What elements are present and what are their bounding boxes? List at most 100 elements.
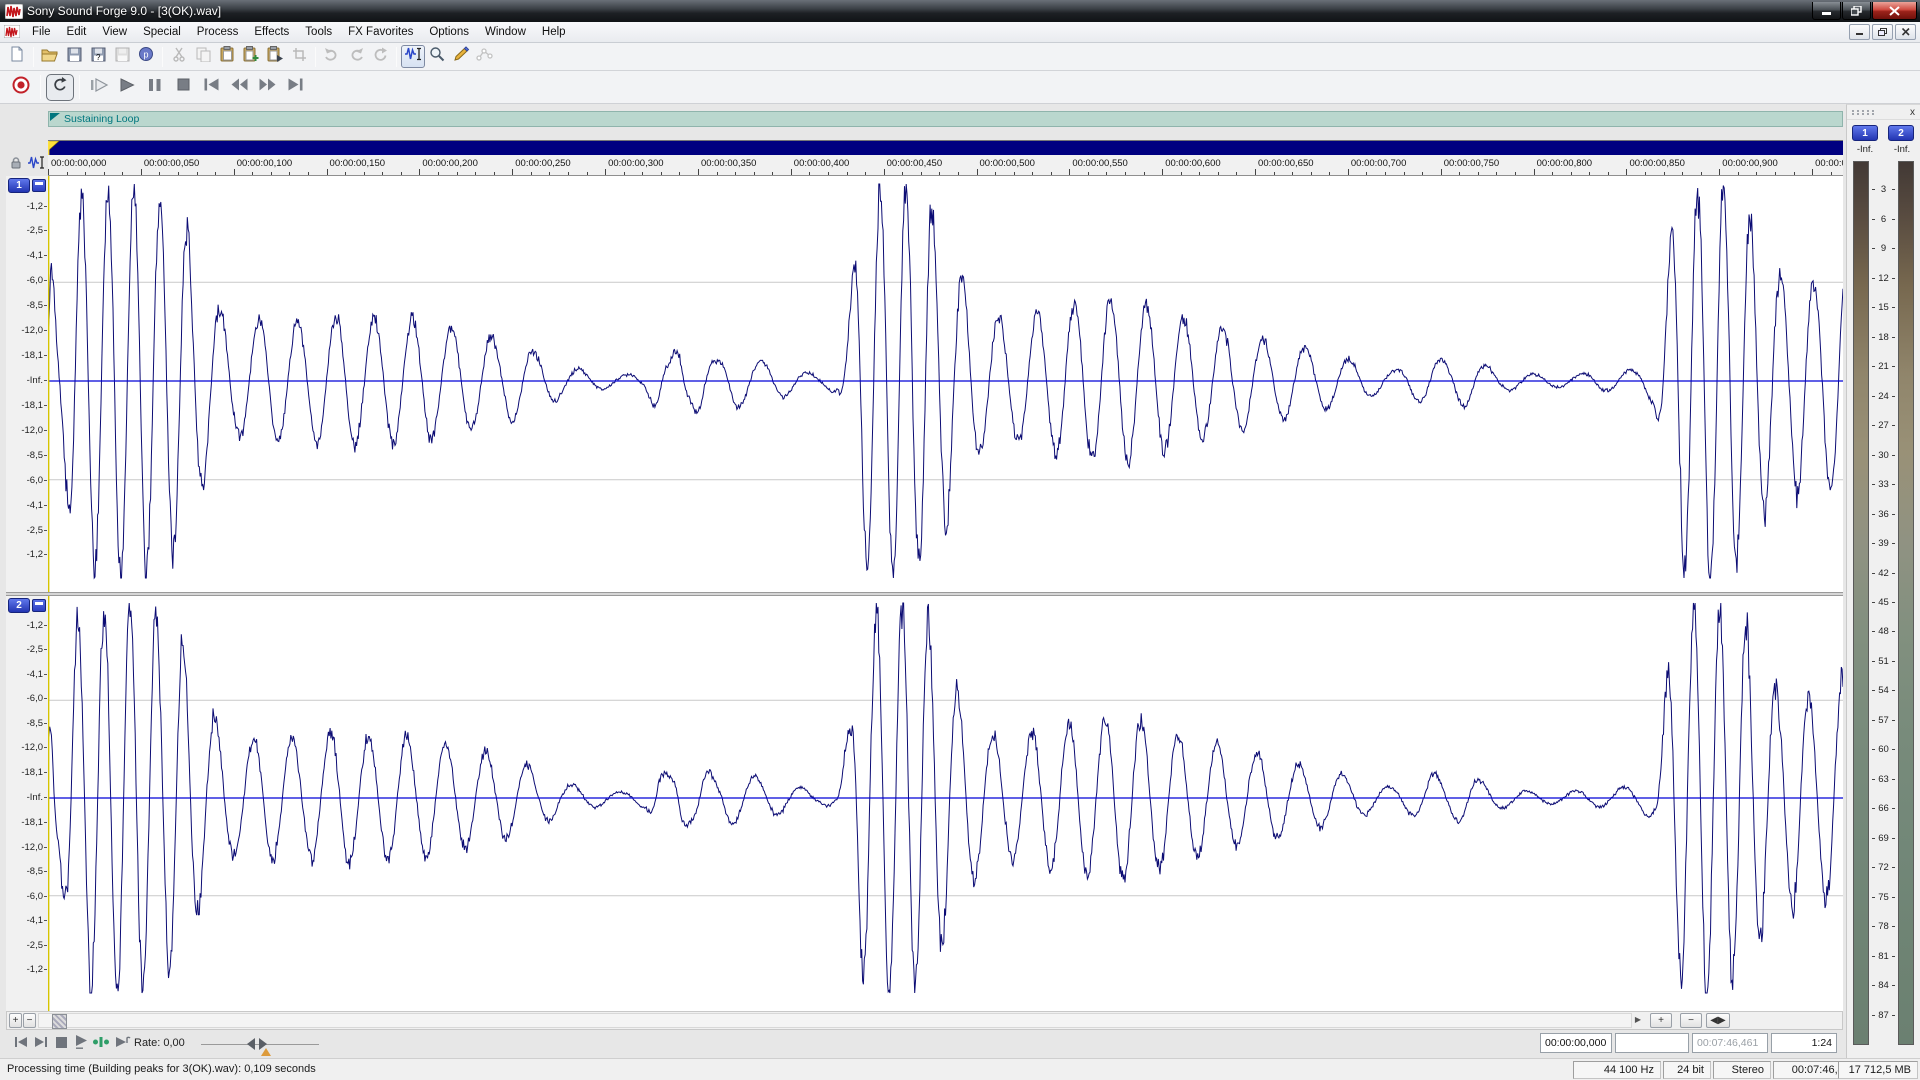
db-scale-label: -2,5 <box>27 940 43 951</box>
ruler-label: 00:00:00,650 <box>1258 158 1313 169</box>
rewind-button[interactable] <box>225 74 253 101</box>
meter-scale-label: 24 <box>1847 391 1920 402</box>
meter-scale-label: 33 <box>1847 479 1920 490</box>
mdi-minimize-button[interactable] <box>1849 24 1870 40</box>
play-normal-button[interactable] <box>72 1032 90 1052</box>
sample-rate-field[interactable]: 44 100 Hz <box>1573 1061 1661 1079</box>
save-as-button[interactable]: ? <box>86 45 110 68</box>
menu-help[interactable]: Help <box>534 23 574 41</box>
channel-2-minimize-button[interactable] <box>32 599 46 612</box>
scrub-control[interactable] <box>92 1032 110 1052</box>
loop-region-bar[interactable]: Sustaining Loop <box>48 111 1843 127</box>
forward-button[interactable] <box>253 74 281 101</box>
menu-process[interactable]: Process <box>189 23 247 41</box>
free-space-field: 17 712,5 MB <box>1838 1061 1918 1079</box>
go-to-end-mini-button[interactable] <box>32 1032 50 1052</box>
meter-channel-2-button[interactable]: 2 <box>1888 125 1914 141</box>
ruler-minor-tick <box>531 172 532 175</box>
new-file-button[interactable] <box>5 45 29 68</box>
stop-button[interactable] <box>169 74 197 101</box>
waveform-channel-2[interactable] <box>48 596 1843 1011</box>
zoom-in-time-button[interactable]: + <box>1650 1013 1672 1028</box>
horizontal-scrollbar[interactable] <box>38 1013 1632 1028</box>
zoom-out-vertical-button[interactable]: − <box>23 1013 36 1028</box>
menu-view[interactable]: View <box>94 23 135 41</box>
waveform-channel-1[interactable] <box>48 176 1843 592</box>
zoom-out-time-button[interactable]: − <box>1680 1013 1702 1028</box>
zoom-fit-button[interactable]: ◀▶ <box>1706 1013 1730 1028</box>
envelope-tool-button <box>473 45 497 68</box>
meter-scale-label: 57 <box>1847 715 1920 726</box>
waveform-svg-1[interactable] <box>48 176 1843 592</box>
menu-tools[interactable]: Tools <box>297 23 340 41</box>
channel-1-badge[interactable]: 1 <box>8 178 30 193</box>
loop-playback-button[interactable] <box>46 74 74 101</box>
ruler-minor-tick <box>902 172 903 175</box>
mdi-close-button[interactable] <box>1895 24 1916 40</box>
save-button[interactable] <box>62 45 86 68</box>
db-scale-label: -8,5 <box>27 450 43 461</box>
menu-window[interactable]: Window <box>477 23 534 41</box>
mdi-restore-button[interactable] <box>1872 24 1893 40</box>
undo-button <box>320 45 344 68</box>
edit-tool-button[interactable] <box>401 45 425 68</box>
meter-channel-1-button[interactable]: 1 <box>1852 125 1878 141</box>
stop-mini-button[interactable] <box>52 1032 70 1052</box>
scrollbar-thumb[interactable] <box>52 1014 67 1029</box>
zoom-ratio-field[interactable]: 1:24 <box>1771 1033 1837 1053</box>
menu-edit[interactable]: Edit <box>59 23 95 41</box>
meter-scale-label: 39 <box>1847 538 1920 549</box>
close-button[interactable] <box>1872 2 1917 20</box>
menu-special[interactable]: Special <box>135 23 189 41</box>
waveform-svg-2[interactable] <box>48 596 1843 1011</box>
rate-slider[interactable] <box>201 1044 319 1045</box>
loop-marker-bar[interactable] <box>48 140 1843 155</box>
menu-effects[interactable]: Effects <box>246 23 297 41</box>
ruler-minor-tick <box>568 172 569 175</box>
menu-file[interactable]: File <box>24 23 59 41</box>
edit-tool-mini-icon[interactable] <box>28 155 45 175</box>
record-button[interactable] <box>7 74 35 101</box>
meter-close-icon[interactable]: x <box>1910 107 1916 118</box>
ruler-minor-tick <box>85 172 86 175</box>
menu-options[interactable]: Options <box>421 23 477 41</box>
selection-length-field[interactable]: 00:07:46,461 <box>1692 1033 1768 1053</box>
save-as-icon: ? <box>91 47 106 67</box>
channel-mode-field[interactable]: Stereo <box>1713 1061 1771 1079</box>
open-file-button[interactable] <box>38 45 62 68</box>
ruler-label: 00:00:00,550 <box>1072 158 1127 169</box>
time-ruler[interactable]: 00:00:00,00000:00:00,05000:00:00,10000:0… <box>48 155 1843 176</box>
restore-button[interactable] <box>1842 2 1871 20</box>
selection-field[interactable] <box>1615 1033 1689 1053</box>
ruler-minor-tick <box>809 172 810 175</box>
svg-text:p: p <box>144 50 149 60</box>
menu-fx-favorites[interactable]: FX Favorites <box>340 23 421 41</box>
ruler-label: 00:00:00,900 <box>1722 158 1777 169</box>
ruler-minor-tick <box>754 172 755 175</box>
scroll-right-icon[interactable]: ▶ <box>1632 1013 1644 1026</box>
ruler-minor-tick <box>735 172 736 175</box>
zoom-in-vertical-button[interactable]: + <box>9 1013 22 1028</box>
meter-grip[interactable]: x <box>1847 105 1920 120</box>
paste-button[interactable] <box>215 45 239 68</box>
publish-button[interactable]: p <box>134 45 158 68</box>
play-from-cursor-button[interactable] <box>114 1032 132 1052</box>
pause-button[interactable] <box>141 74 169 101</box>
meter-scale-label: 6 <box>1847 214 1920 225</box>
channel-2-badge[interactable]: 2 <box>8 598 30 613</box>
bit-depth-field[interactable]: 24 bit <box>1663 1061 1711 1079</box>
go-to-end-button[interactable] <box>281 74 309 101</box>
cursor-position-field[interactable]: 00:00:00,000 <box>1540 1033 1612 1053</box>
pencil-tool-button[interactable] <box>449 45 473 68</box>
ruler-minor-tick <box>438 172 439 175</box>
magnify-tool-button[interactable] <box>425 45 449 68</box>
play-all-button[interactable] <box>85 74 113 101</box>
paste-special-button[interactable] <box>239 45 263 68</box>
go-to-start-mini-button[interactable] <box>12 1032 30 1052</box>
channel-1-minimize-button[interactable] <box>32 179 46 192</box>
go-to-start-button[interactable] <box>197 74 225 101</box>
minimize-button[interactable] <box>1812 2 1841 20</box>
play-button[interactable] <box>113 74 141 101</box>
copy-button <box>191 45 215 68</box>
paste-to-new-button[interactable] <box>263 45 287 68</box>
